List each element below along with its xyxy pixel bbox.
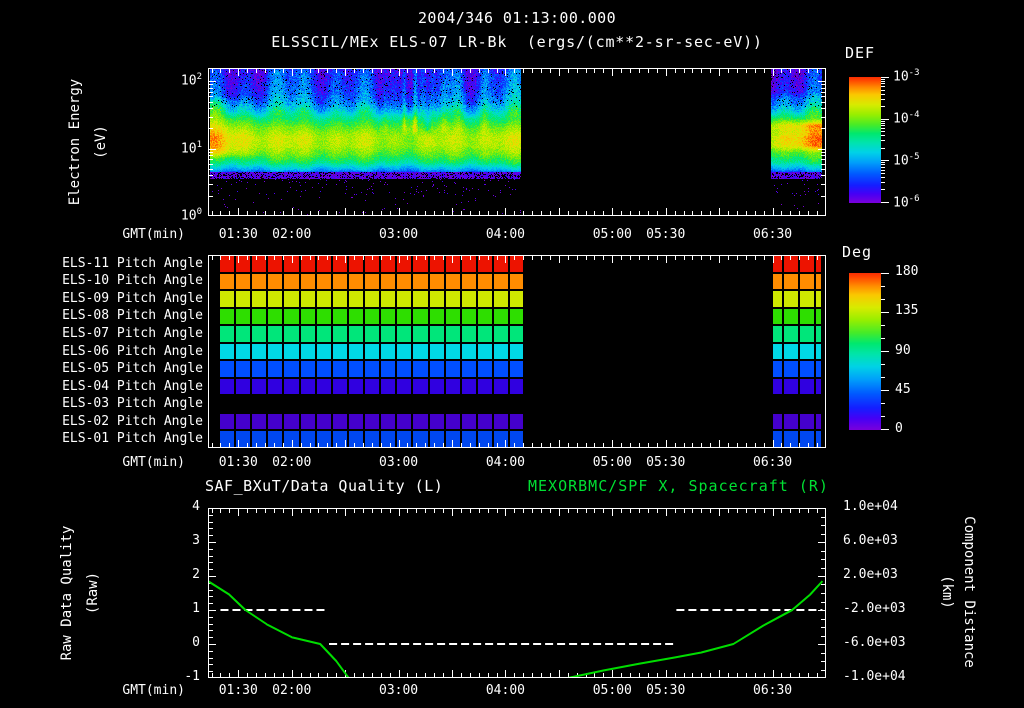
x-tick-label: 02:00: [272, 683, 312, 698]
x-tick-label: 01:30: [218, 227, 258, 242]
x-tick-label: 02:00: [272, 227, 312, 242]
x-tick-label: 03:00: [378, 227, 419, 242]
x-tick-label: 05:00: [592, 683, 632, 698]
quality-tick-label: 1: [192, 601, 200, 616]
pitch-row-label: ELS-07 Pitch Angle: [62, 325, 203, 341]
deg-cbar-tick-label: 0: [895, 421, 903, 436]
x-tick-label: 01:30: [218, 455, 258, 470]
deg-cbar-tick-label: 45: [895, 381, 911, 397]
x-tick-label: 03:00: [378, 455, 419, 470]
x-tick-label: 06:30: [752, 455, 793, 470]
quality-tick-label: 3: [192, 533, 200, 548]
energy-tick-label: 100: [180, 207, 202, 224]
pitch-row-label: ELS-06 Pitch Angle: [62, 343, 203, 359]
distance-tick-label: 1.0e+04: [843, 499, 898, 514]
x-tick-label: 06:30: [752, 683, 793, 698]
quality-tick-label: 4: [192, 499, 200, 514]
x-tick-label: 04:00: [485, 683, 525, 698]
pitch-row-label: ELS-02 Pitch Angle: [62, 413, 203, 429]
x-tick-label: 05:30: [646, 455, 686, 470]
pitch-row-label: ELS-08 Pitch Angle: [62, 308, 203, 324]
pitch-row-label: ELS-01 Pitch Angle: [62, 431, 203, 447]
x-tick-label: 04:00: [485, 227, 525, 242]
chart-overlay: 01:30 02:00 03:00 04:00 05:00 05:30 06:30 01:30…: [0, 0, 1024, 708]
deg-cbar-tick-label: 90: [895, 342, 911, 358]
pitch-row-label: ELS-05 Pitch Angle: [62, 361, 203, 377]
def-cbar-tick-label: 10-4: [893, 110, 920, 127]
els-quicklook-plot: 2004/346 01:13:00.000 ELSSCIL/MEx ELS-07…: [0, 0, 1024, 708]
distance-tick-label: -1.0e+04: [843, 669, 906, 684]
def-cbar-tick-label: 10-6: [893, 194, 920, 211]
x-tick-label: 05:30: [646, 227, 686, 242]
pitch-row-label: ELS-04 Pitch Angle: [62, 378, 203, 394]
quality-tick-label: 2: [192, 567, 200, 582]
x-tick-label: 05:30: [646, 683, 686, 698]
pitch-row-label: ELS-10 Pitch Angle: [62, 273, 203, 289]
def-cbar-tick-label: 10-5: [893, 152, 920, 169]
pitch-row-label: ELS-03 Pitch Angle: [62, 396, 203, 412]
x-tick-label: 05:00: [592, 455, 632, 470]
x-tick-label: 01:30: [218, 683, 258, 698]
energy-tick-label: 101: [180, 139, 202, 157]
x-tick-label: 04:00: [485, 455, 525, 470]
quality-tick-label: -1: [184, 669, 200, 684]
x-tick-label: 03:00: [378, 683, 419, 698]
x-tick-label: 05:00: [592, 227, 632, 242]
x-tick-label: 02:00: [272, 455, 312, 470]
distance-tick-label: -2.0e+03: [843, 601, 906, 616]
quality-tick-label: 0: [192, 635, 200, 650]
distance-tick-label: 2.0e+03: [843, 567, 898, 582]
pitch-row-label: ELS-11 Pitch Angle: [62, 255, 203, 271]
def-cbar-tick-label: 10-3: [893, 68, 920, 85]
pitch-row-label: ELS-09 Pitch Angle: [62, 290, 203, 306]
deg-cbar-tick-label: 180: [895, 264, 919, 279]
energy-tick-label: 102: [180, 72, 202, 89]
x-tick-label: 06:30: [752, 227, 793, 242]
deg-cbar-tick-label: 135: [895, 303, 919, 319]
distance-tick-label: 6.0e+03: [843, 533, 898, 548]
distance-tick-label: -6.0e+03: [843, 635, 906, 650]
